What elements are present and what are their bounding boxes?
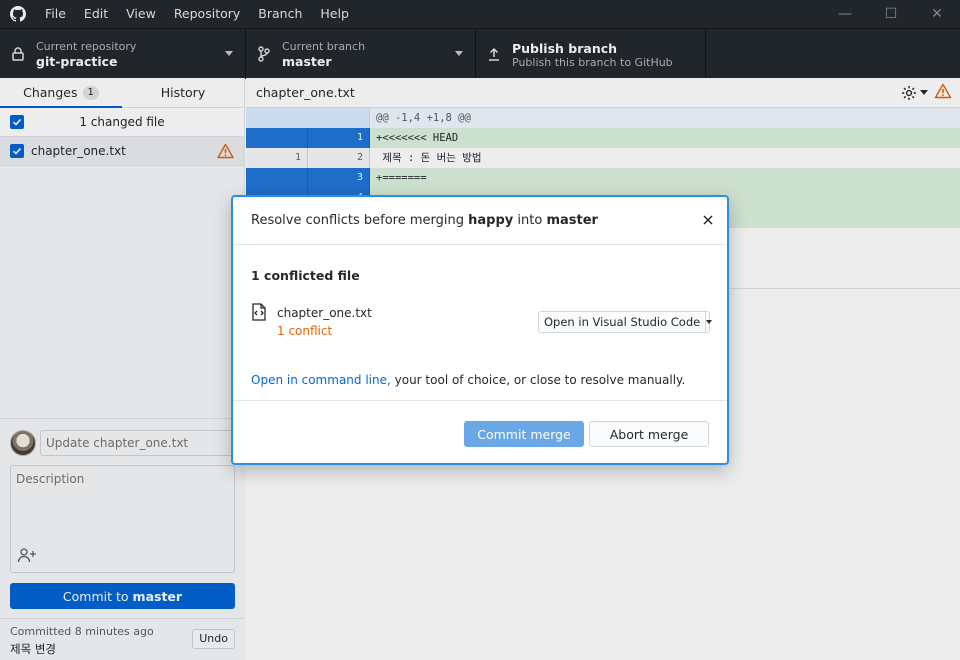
close-icon[interactable] — [699, 211, 717, 229]
dialog-header: Resolve conflicts before merging happy i… — [233, 197, 727, 245]
commit-merge-button[interactable]: Commit merge — [464, 421, 584, 447]
file-diff-icon — [251, 303, 267, 324]
target-branch: master — [546, 213, 598, 228]
source-branch: happy — [468, 213, 514, 228]
open-command-line-link[interactable]: Open in command line, — [251, 373, 391, 387]
merge-conflicts-dialog: Resolve conflicts before merging happy i… — [231, 195, 729, 465]
chevron-down-icon[interactable] — [705, 312, 713, 332]
dialog-footer: Commit merge Abort merge — [233, 400, 727, 463]
dialog-body: 1 conflicted file chapter_one.txt 1 conf… — [233, 245, 727, 400]
conflicted-file-name: chapter_one.txt — [277, 306, 372, 320]
dialog-title: Resolve conflicts before merging happy i… — [251, 213, 598, 228]
conflict-count: 1 conflict — [277, 324, 333, 338]
conflicted-file-count: 1 conflicted file — [251, 268, 360, 283]
resolve-hint: Open in command line, your tool of choic… — [251, 373, 686, 387]
open-in-editor-button[interactable]: Open in Visual Studio Code — [538, 311, 713, 333]
open-in-editor-label: Open in Visual Studio Code — [544, 315, 701, 329]
abort-merge-button[interactable]: Abort merge — [589, 421, 709, 447]
